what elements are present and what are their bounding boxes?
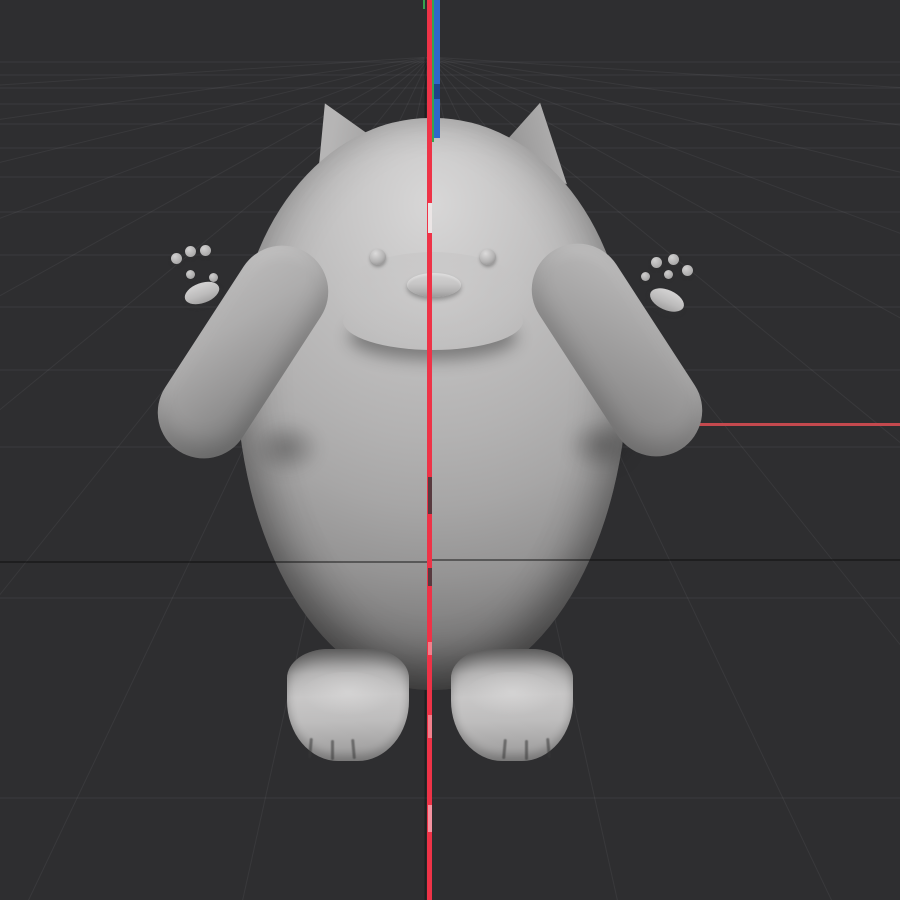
left-paw-knuckle — [185, 246, 196, 257]
z-axis-line — [434, 0, 440, 138]
right-paw-knuckle — [651, 257, 662, 268]
left-foot-sheen — [302, 672, 394, 716]
right-paw-toe-bean — [641, 272, 650, 281]
left-armpit-shadow — [250, 420, 322, 476]
muzzle — [407, 273, 461, 297]
axis-depth-segment — [428, 715, 432, 738]
right-foot-sheen — [466, 672, 558, 716]
3d-viewport[interactable] — [0, 0, 900, 900]
vertical-red-axis-line — [427, 0, 432, 900]
right-paw-knuckle — [668, 254, 679, 265]
front-grid-line — [0, 561, 430, 563]
cheek-bulge-shadow — [343, 292, 523, 350]
left-foot-toe-crease — [331, 740, 334, 760]
left-paw-knuckle — [171, 253, 182, 264]
axis-depth-segment — [428, 477, 432, 514]
left-paw-knuckle — [200, 245, 211, 256]
axis-depth-segment — [428, 568, 432, 586]
axis-depth-segment — [428, 203, 432, 233]
axis-depth-segment — [428, 642, 432, 655]
z-axis-occlusion — [434, 84, 440, 99]
right-paw-toe-bean — [664, 270, 673, 279]
front-grid-line — [430, 559, 900, 561]
axis-depth-segment — [428, 805, 432, 832]
right-paw-knuckle — [682, 265, 693, 276]
right-foot-toe-crease — [525, 740, 528, 760]
left-eye — [370, 249, 386, 265]
y-axis-tick — [423, 0, 425, 9]
right-eye — [480, 249, 496, 265]
left-paw-toe-bean — [186, 270, 195, 279]
